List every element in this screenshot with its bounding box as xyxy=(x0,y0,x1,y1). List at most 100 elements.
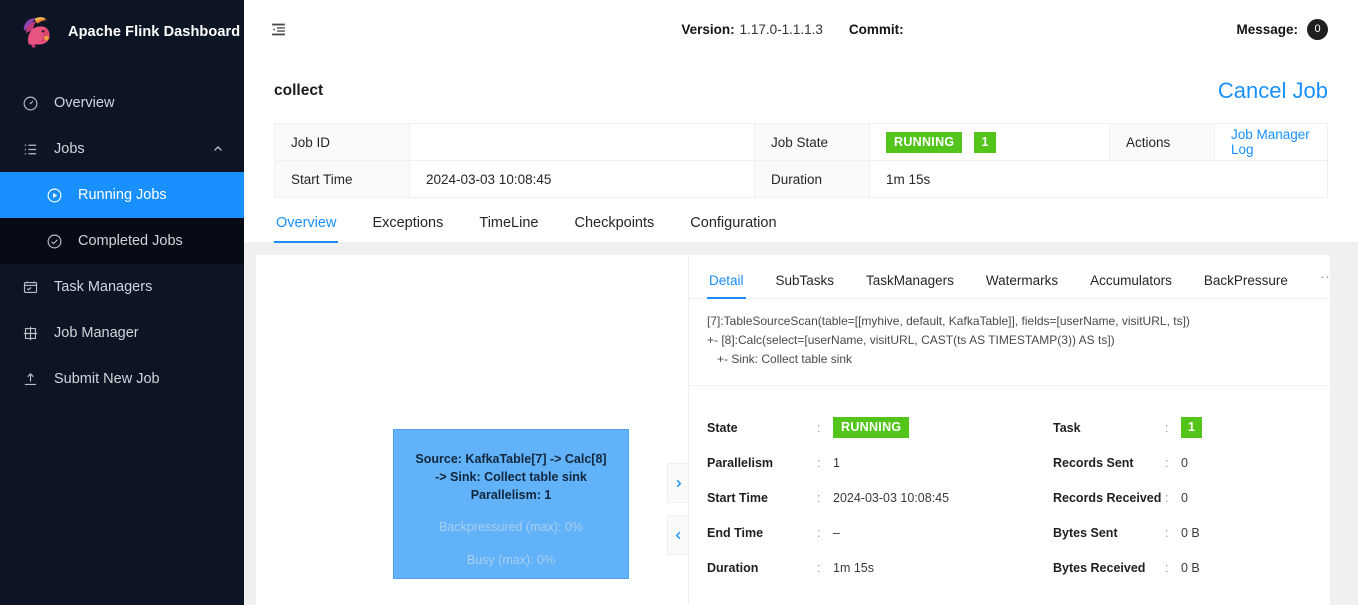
version-label: Version: xyxy=(681,21,735,37)
duration-label: Duration xyxy=(754,160,870,198)
sidebar-nav: Overview Jobs Running Jobs Completed Job… xyxy=(0,80,244,402)
node-title-line2: -> Sink: Collect table sink xyxy=(435,470,587,484)
node-backpressure: Backpressured (max): 0% xyxy=(439,520,583,534)
version-value: 1.17.0-1.1.1.3 xyxy=(739,21,823,37)
sidebar-item-job-manager[interactable]: Job Manager xyxy=(0,310,244,356)
upload-icon xyxy=(20,369,40,389)
detail-value-start-time: 2024-03-03 10:08:45 xyxy=(833,490,950,505)
detail-key-end-time: End Time xyxy=(707,525,764,540)
job-tabs: Overview Exceptions TimeLine Checkpoints… xyxy=(244,198,1358,243)
sidebar-item-running-jobs[interactable]: Running Jobs xyxy=(0,172,244,218)
sidebar-item-label: Submit New Job xyxy=(54,371,160,387)
chevron-left-icon[interactable] xyxy=(667,515,688,555)
brand: Apache Flink Dashboard xyxy=(0,0,244,64)
detail-sep: : xyxy=(1165,525,1169,540)
job-head: collect Cancel Job xyxy=(274,59,1328,123)
tab-detail[interactable]: Detail xyxy=(707,273,746,299)
detail-value-records-sent: 0 xyxy=(1181,455,1188,470)
tab-configuration[interactable]: Configuration xyxy=(688,215,778,242)
task-count-badge: 1 xyxy=(1181,417,1203,438)
job-header-card: collect Cancel Job Job ID Job State RUNN… xyxy=(244,59,1358,198)
detail-value-bytes-received: 0 B xyxy=(1181,560,1200,575)
actions-value: Job Manager Log xyxy=(1214,123,1328,161)
commit-label: Commit: xyxy=(848,21,904,37)
sidebar-item-jobs[interactable]: Jobs xyxy=(0,126,244,172)
commit-block: Commit: xyxy=(849,22,909,37)
chevron-up-icon[interactable] xyxy=(212,143,224,155)
message-count-badge: 0 xyxy=(1307,18,1328,40)
detail-key-state: State xyxy=(707,420,738,435)
check-circle-icon xyxy=(44,231,64,251)
detail-key-task: Task xyxy=(1053,420,1081,435)
job-graph-node[interactable]: Source: KafkaTable[7] -> Calc[8] -> Sink… xyxy=(393,429,629,579)
sidebar-item-task-managers[interactable]: Task Managers xyxy=(0,264,244,310)
version-block: Version: 1.17.0-1.1.1.3 xyxy=(681,22,823,37)
job-manager-log-link[interactable]: Job Manager Log xyxy=(1231,127,1310,157)
detail-key-duration: Duration xyxy=(707,560,759,575)
tab-taskmanagers[interactable]: TaskManagers xyxy=(864,273,956,298)
detail-sep: : xyxy=(817,455,821,470)
topbar-version-info: Version: 1.17.0-1.1.1.3 Commit: xyxy=(681,22,908,37)
job-id-label: Job ID xyxy=(274,123,410,161)
detail-sep: : xyxy=(1165,560,1169,575)
job-graph-pane[interactable]: Source: KafkaTable[7] -> Calc[8] -> Sink… xyxy=(256,255,688,605)
detail-value-end-time: – xyxy=(833,525,840,540)
detail-sep: : xyxy=(817,560,821,575)
sidebar-item-label: Running Jobs xyxy=(78,187,167,203)
detail-kv-grid: State : RUNNING Task : 1 Parallelism : 1 xyxy=(689,386,1330,585)
detail-key-bytes-sent: Bytes Sent xyxy=(1053,525,1118,540)
job-manager-icon xyxy=(20,323,40,343)
detail-value-parallelism: 1 xyxy=(833,455,840,470)
detail-sep: : xyxy=(1165,490,1169,505)
detail-sep: : xyxy=(817,420,821,435)
detail-key-records-received: Records Received xyxy=(1053,490,1162,505)
tab-checkpoints[interactable]: Checkpoints xyxy=(572,215,656,242)
detail-pane: Detail SubTasks TaskManagers Watermarks … xyxy=(688,255,1330,605)
message-area[interactable]: Message: 0 xyxy=(1236,18,1328,40)
main-area: Version: 1.17.0-1.1.1.3 Commit: Message: … xyxy=(244,0,1358,605)
detail-sep: : xyxy=(817,490,821,505)
node-parallelism: Parallelism: 1 xyxy=(470,488,552,502)
job-state-label: Job State xyxy=(754,123,870,161)
detail-tabs: Detail SubTasks TaskManagers Watermarks … xyxy=(689,255,1330,299)
sidebar-item-label: Overview xyxy=(54,95,115,111)
chevron-right-icon[interactable] xyxy=(667,463,688,503)
sidebar-item-completed-jobs[interactable]: Completed Jobs xyxy=(0,218,244,264)
sidebar-item-overview[interactable]: Overview xyxy=(0,80,244,126)
job-state-value: RUNNING 1 xyxy=(869,123,1110,161)
detail-value-duration: 1m 15s xyxy=(833,560,874,575)
detail-value-records-received: 0 xyxy=(1181,490,1188,505)
tab-watermarks[interactable]: Watermarks xyxy=(984,273,1060,298)
table-row: Start Time 2024-03-03 10:08:45 Duration … xyxy=(274,160,1328,198)
detail-value-task: 1 xyxy=(1181,410,1312,445)
job-info-table: Job ID Job State RUNNING 1 Actions Job M… xyxy=(274,123,1328,198)
tab-timeline[interactable]: TimeLine xyxy=(477,215,540,242)
sidebar-item-label: Task Managers xyxy=(54,279,153,295)
detail-sep: : xyxy=(1165,455,1169,470)
tab-overview[interactable]: Overview xyxy=(274,215,339,243)
node-title-line1: Source: KafkaTable[7] -> Calc[8] xyxy=(415,452,607,466)
graph-collapse-controls xyxy=(667,463,688,567)
sidebar-submenu-jobs: Running Jobs Completed Jobs xyxy=(0,172,244,264)
tab-exceptions[interactable]: Exceptions xyxy=(370,215,445,242)
tab-subtasks[interactable]: SubTasks xyxy=(774,273,837,298)
node-busy: Busy (max): 0% xyxy=(466,553,556,567)
more-tabs-icon[interactable]: ··· xyxy=(1318,269,1330,298)
menu-fold-icon[interactable] xyxy=(262,13,294,45)
sidebar: Apache Flink Dashboard Overview Jobs Run… xyxy=(0,0,244,605)
detail-key-parallelism: Parallelism xyxy=(707,455,774,470)
app-root: Apache Flink Dashboard Overview Jobs Run… xyxy=(0,0,1358,605)
tab-accumulators[interactable]: Accumulators xyxy=(1088,273,1174,298)
start-time-label: Start Time xyxy=(274,160,410,198)
table-row: Job ID Job State RUNNING 1 Actions Job M… xyxy=(274,123,1328,161)
detail-key-records-sent: Records Sent xyxy=(1053,455,1134,470)
sidebar-item-label: Completed Jobs xyxy=(78,233,183,249)
status-badge: RUNNING xyxy=(886,131,963,153)
brand-title: Apache Flink Dashboard xyxy=(68,24,241,40)
sidebar-item-submit-new-job[interactable]: Submit New Job xyxy=(0,356,244,402)
play-circle-icon xyxy=(44,185,64,205)
cancel-job-button[interactable]: Cancel Job xyxy=(1218,78,1328,104)
overview-split: Source: KafkaTable[7] -> Calc[8] -> Sink… xyxy=(256,255,1330,605)
tab-backpressure[interactable]: BackPressure xyxy=(1202,273,1290,298)
list-icon xyxy=(20,139,40,159)
